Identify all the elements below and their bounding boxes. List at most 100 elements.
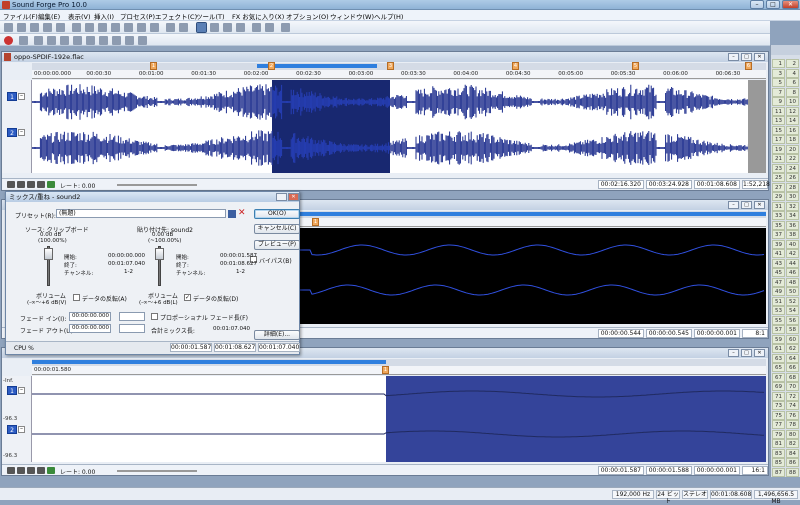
- menu-fx-favorites[interactable]: FX お気に入り(X): [232, 11, 284, 21]
- window-close-button[interactable]: ✕: [754, 53, 765, 61]
- help-cursor-icon[interactable]: [281, 23, 290, 32]
- window-close-button[interactable]: ✕: [754, 201, 765, 209]
- ok-button[interactable]: OK(O): [254, 209, 300, 219]
- menu-file[interactable]: ファイル(F): [3, 11, 38, 21]
- mix-dialog[interactable]: ミックス/重ね - sound2 ✕ プリセット(R): (無題) ✕ OK(O…: [5, 191, 300, 355]
- proportional-fade-checkbox[interactable]: [151, 313, 158, 320]
- redo-icon[interactable]: [179, 23, 188, 32]
- data-window-sound2-detail[interactable]: – □ ✕ 00:00:01.580 1 -Inf. 1 – -96.3 2 –…: [1, 347, 769, 476]
- marker-1[interactable]: 1: [150, 62, 157, 70]
- window-minimize-button[interactable]: –: [728, 349, 739, 357]
- pencil-tool-icon[interactable]: [223, 23, 232, 32]
- time-ruler[interactable]: 00:00:01.580 1: [32, 366, 766, 375]
- stop-icon[interactable]: [73, 36, 82, 45]
- new-icon[interactable]: [4, 23, 13, 32]
- save-as-icon[interactable]: [43, 23, 52, 32]
- marker-2[interactable]: 2: [268, 62, 275, 70]
- menu-insert[interactable]: 挿入(I): [94, 11, 114, 21]
- menu-help[interactable]: ヘルプ(H): [374, 11, 403, 21]
- go-start-icon[interactable]: [86, 36, 95, 45]
- forward-icon[interactable]: [112, 36, 121, 45]
- trim-icon[interactable]: [137, 23, 146, 32]
- go-end-icon[interactable]: [125, 36, 134, 45]
- details-button[interactable]: 詳細(E)...: [254, 330, 300, 340]
- render-icon[interactable]: [56, 23, 65, 32]
- channel-1-minimize[interactable]: –: [18, 387, 25, 394]
- marker-3[interactable]: 3: [387, 62, 394, 70]
- go-start-icon[interactable]: [7, 181, 15, 188]
- rate-slider[interactable]: [117, 184, 197, 186]
- open-icon[interactable]: [17, 23, 26, 32]
- play-icon[interactable]: [17, 467, 25, 474]
- window-maximize-button[interactable]: □: [741, 53, 752, 61]
- maximize-button[interactable]: □: [766, 0, 780, 9]
- undo-icon[interactable]: [166, 23, 175, 32]
- rewind-icon[interactable]: [99, 36, 108, 45]
- go-start-icon[interactable]: [7, 467, 15, 474]
- dest-volume-slider[interactable]: [155, 248, 164, 260]
- pause-icon[interactable]: [60, 36, 69, 45]
- channel-1-button[interactable]: 1: [7, 386, 17, 395]
- cancel-button[interactable]: キャンセル(C): [254, 224, 300, 234]
- loop-playback-icon[interactable]: [19, 36, 28, 45]
- overview-bar[interactable]: [32, 63, 766, 70]
- play-icon[interactable]: [47, 36, 56, 45]
- fade-out-curve-dropdown[interactable]: [119, 324, 145, 333]
- marker-1[interactable]: 1: [382, 366, 389, 374]
- cut-icon[interactable]: [72, 23, 81, 32]
- stop-icon[interactable]: [27, 467, 35, 474]
- marker-1[interactable]: 1: [312, 218, 319, 226]
- magnify-tool-icon[interactable]: [210, 23, 219, 32]
- data-window-main[interactable]: oppo-SPDIF-192e.flac – □ ✕ 00:00:00.000 0…: [1, 51, 770, 191]
- mix-icon[interactable]: [111, 23, 120, 32]
- play-all-icon[interactable]: [34, 36, 43, 45]
- save-icon[interactable]: [30, 23, 39, 32]
- marker-5[interactable]: 5: [632, 62, 639, 70]
- channel-1-button[interactable]: 1: [7, 92, 17, 101]
- channel-2-button[interactable]: 2: [7, 128, 17, 137]
- window-maximize-button[interactable]: □: [741, 349, 752, 357]
- channel-2-minimize[interactable]: –: [18, 129, 25, 136]
- fade-in-input[interactable]: 00:00:00.000: [69, 312, 111, 321]
- repeat-icon[interactable]: [252, 23, 261, 32]
- copy-icon[interactable]: [85, 23, 94, 32]
- waveform-area[interactable]: [32, 80, 766, 173]
- channel-1-minimize[interactable]: –: [18, 93, 25, 100]
- add-marker-icon[interactable]: [47, 467, 55, 474]
- source-volume-slider[interactable]: [44, 248, 53, 260]
- menu-edit[interactable]: 編集(E): [38, 11, 60, 21]
- menu-tools[interactable]: ツール(T): [196, 11, 225, 21]
- close-button[interactable]: ✕: [782, 0, 799, 9]
- dest-invert-checkbox[interactable]: ✓: [184, 294, 191, 301]
- loop-icon[interactable]: [265, 23, 274, 32]
- crossfade-icon[interactable]: [124, 23, 133, 32]
- mute-icon[interactable]: [150, 23, 159, 32]
- menu-window[interactable]: ウィンドウ(W): [330, 11, 374, 21]
- paste-icon[interactable]: [98, 23, 107, 32]
- save-preset-icon[interactable]: [228, 210, 236, 218]
- menu-process[interactable]: プロセス(P): [120, 11, 155, 21]
- window-maximize-button[interactable]: □: [741, 201, 752, 209]
- marker-4[interactable]: 4: [512, 62, 519, 70]
- rate-slider[interactable]: [117, 470, 197, 472]
- dialog-close-button[interactable]: ✕: [288, 193, 299, 201]
- minimize-button[interactable]: –: [750, 0, 764, 9]
- fade-in-curve-dropdown[interactable]: [119, 312, 145, 321]
- play-icon[interactable]: [17, 181, 25, 188]
- add-marker-icon[interactable]: [47, 181, 55, 188]
- edit-tool-icon[interactable]: [196, 22, 207, 33]
- record-icon[interactable]: [4, 36, 13, 45]
- overview-bar[interactable]: [32, 359, 766, 366]
- delete-preset-icon[interactable]: ✕: [238, 208, 246, 218]
- menu-view[interactable]: 表示(V): [68, 11, 91, 21]
- preset-dropdown[interactable]: (無題): [56, 209, 226, 218]
- waveform-area[interactable]: [32, 376, 766, 462]
- window-minimize-button[interactable]: –: [728, 53, 739, 61]
- source-invert-checkbox[interactable]: [73, 294, 80, 301]
- menu-effects[interactable]: エフェクト(C): [155, 11, 197, 21]
- menu-options[interactable]: オプション(O): [286, 11, 329, 21]
- dialog-help-button[interactable]: [276, 193, 287, 201]
- event-tool-icon[interactable]: [236, 23, 245, 32]
- preview-button[interactable]: プレビュー(P): [254, 240, 300, 250]
- channel-2-minimize[interactable]: –: [18, 426, 25, 433]
